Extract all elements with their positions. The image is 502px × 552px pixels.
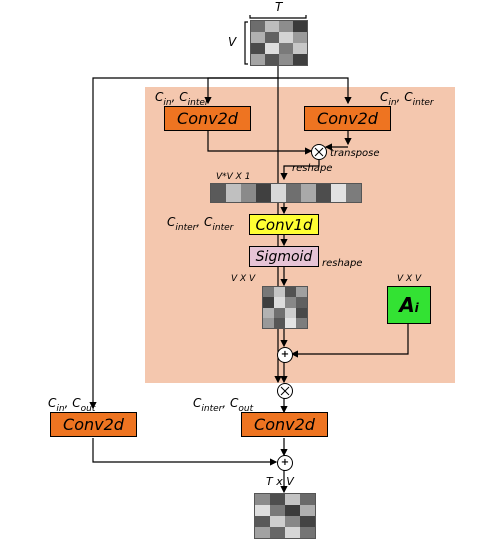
label-reshape-1: reshape <box>292 163 332 174</box>
label-vvx1: V*V X 1 <box>216 172 250 182</box>
label-vxv-left: V X V <box>231 274 255 284</box>
label-vxv-right: V X V <box>397 274 421 284</box>
conv2d-right: Conv2d <box>304 106 391 131</box>
otimes-1 <box>311 144 327 160</box>
Ai-matrix: Ai <box>387 286 431 324</box>
dim-V: V <box>228 35 236 49</box>
label-cinter-cinter: Cinter, Cinter <box>167 215 233 232</box>
conv2d-left: Conv2d <box>164 106 251 131</box>
attention-unit-diagram: T V Cin, Cinter Cin, Cinter Conv2d Conv2… <box>0 0 502 552</box>
otimes-2 <box>277 383 293 399</box>
label-txv: T x V <box>266 475 294 488</box>
label-cinter-cout: Cinter, Cout <box>193 396 253 413</box>
shaded-region <box>145 87 455 383</box>
label-cin-cout: Cin, Cout <box>48 396 95 413</box>
feature-flat <box>210 183 362 203</box>
conv2d-out: Conv2d <box>241 412 328 437</box>
label-cin-cinter-right: Cin, Cinter <box>380 90 434 107</box>
oplus-1 <box>277 347 293 363</box>
conv2d-skip: Conv2d <box>50 412 137 437</box>
dim-T: T <box>275 0 282 14</box>
label-transpose: transpose <box>330 148 380 159</box>
conv1d: Conv1d <box>249 214 319 235</box>
label-cin-cinter-left: Cin, Cinter <box>155 90 209 107</box>
oplus-2 <box>277 455 293 471</box>
feature-map-top <box>250 20 308 66</box>
feature-vxv <box>262 286 308 329</box>
label-reshape-2: reshape <box>322 258 362 269</box>
sigmoid: Sigmoid <box>249 246 319 267</box>
feature-map-out <box>254 493 316 539</box>
